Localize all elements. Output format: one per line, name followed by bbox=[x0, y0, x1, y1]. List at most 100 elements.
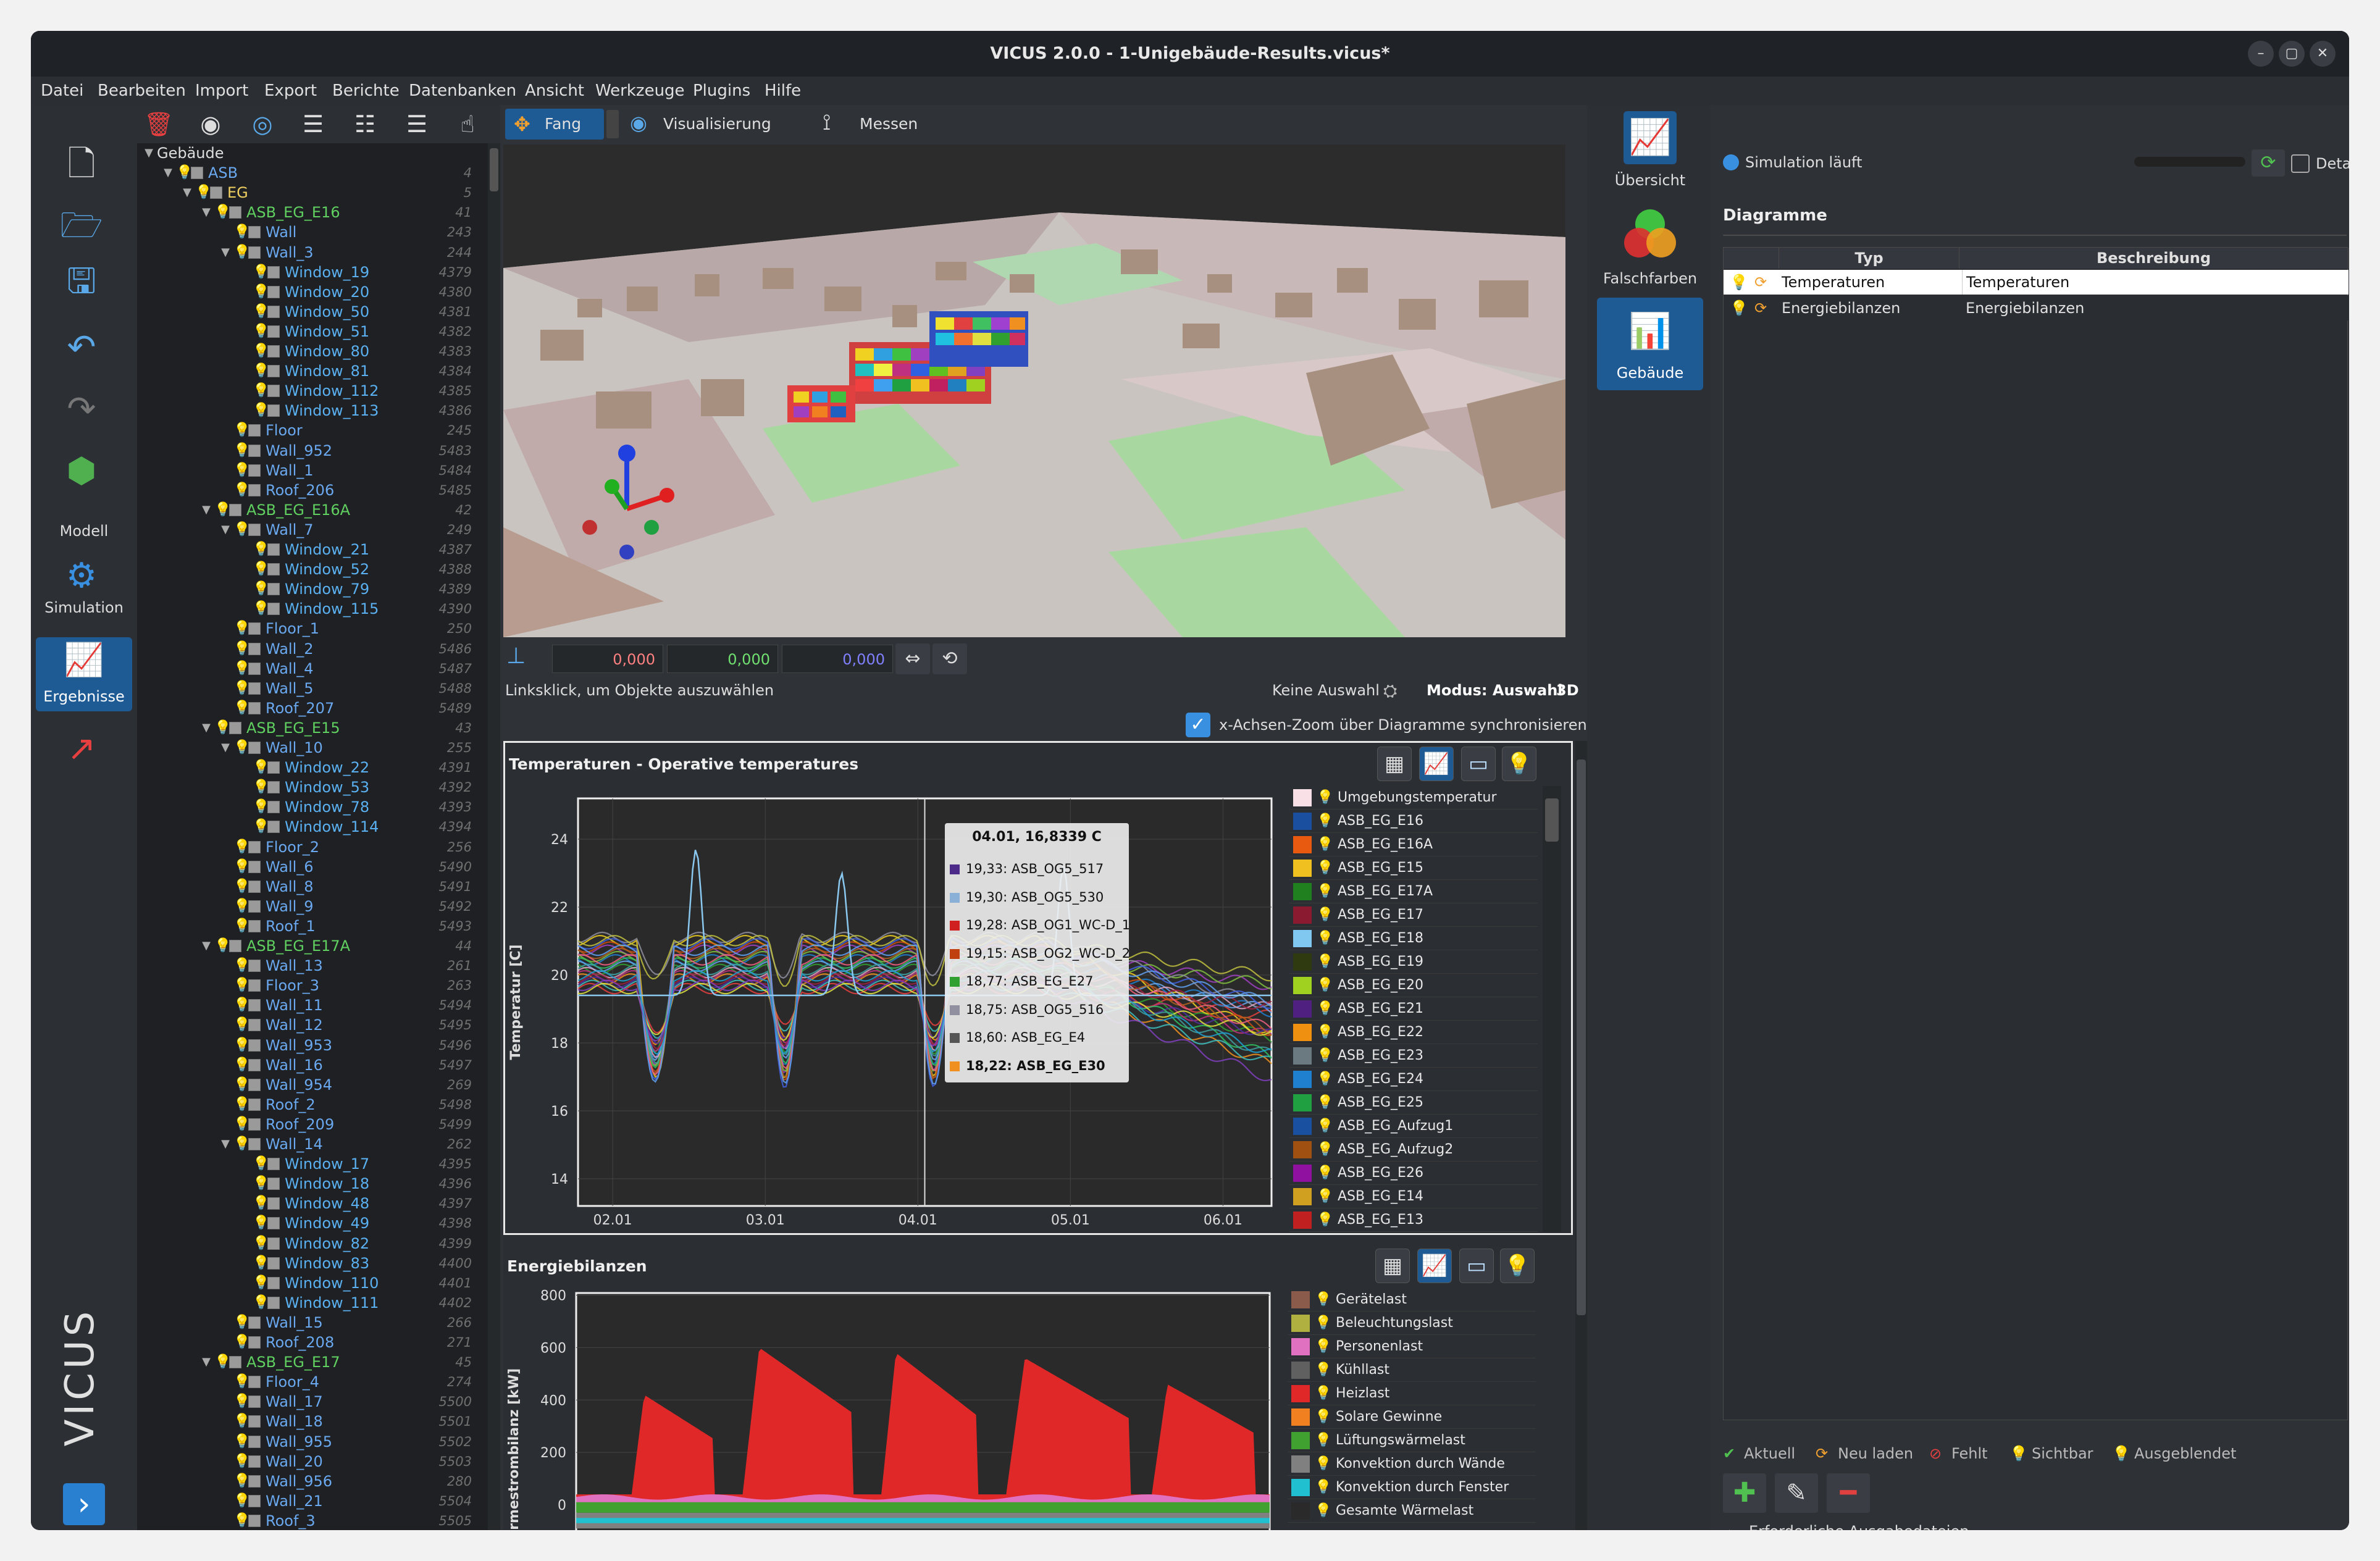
details-checkbox[interactable] bbox=[2291, 154, 2310, 173]
visibility-bulb-icon[interactable]: 💡 bbox=[233, 621, 250, 636]
tree-expand-icon[interactable]: ▼ bbox=[217, 738, 233, 758]
visibility-bulb-icon[interactable]: 💡 bbox=[233, 462, 250, 478]
menu-hilfe[interactable]: Hilfe bbox=[765, 77, 801, 105]
visibility-bulb-icon[interactable]: 💡 bbox=[233, 740, 250, 755]
legend-item[interactable]: 💡 ASB_EG_E21 bbox=[1289, 997, 1538, 1021]
simulation-label[interactable]: Simulation bbox=[31, 599, 137, 616]
tree-expand-icon[interactable]: ▼ bbox=[141, 143, 157, 163]
col-typ[interactable]: Typ bbox=[1779, 248, 1959, 269]
visibility-bulb-icon[interactable]: 💡 bbox=[233, 1473, 250, 1489]
temp-legend-scroll-thumb[interactable] bbox=[1545, 798, 1559, 842]
selection-checkbox[interactable] bbox=[248, 1514, 261, 1527]
visibility-bulb-icon[interactable]: 💡 bbox=[253, 542, 269, 557]
tree-expand-icon[interactable]: ▼ bbox=[217, 520, 233, 540]
selection-checkbox[interactable] bbox=[229, 940, 241, 952]
menu-datei[interactable]: Datei bbox=[41, 77, 83, 105]
visibility-bulb-icon[interactable]: 💡 bbox=[214, 720, 231, 735]
selection-checkbox[interactable] bbox=[267, 285, 280, 298]
tree-row[interactable]: 💡 Wall_9 5492 bbox=[137, 897, 488, 916]
select-hand-icon[interactable]: ☝ bbox=[452, 109, 483, 140]
visibility-bulb-icon[interactable]: 💡 bbox=[253, 1236, 269, 1251]
visibility-bulb-icon[interactable]: 💡 bbox=[233, 225, 250, 240]
legend-item[interactable]: 💡 Personenlast bbox=[1288, 1335, 1536, 1358]
selection-checkbox[interactable] bbox=[248, 1058, 261, 1071]
tree-row[interactable]: 💡 Wall_6 5490 bbox=[137, 857, 488, 877]
bulb-toggle-icon[interactable]: 💡 bbox=[1502, 747, 1536, 781]
tree-row[interactable]: 💡 Roof_208 271 bbox=[137, 1333, 488, 1352]
selection-checkbox[interactable] bbox=[248, 1138, 261, 1150]
visibility-bulb-icon[interactable]: 💡 bbox=[253, 1216, 269, 1231]
selection-checkbox[interactable] bbox=[267, 365, 280, 378]
tree-expand-icon[interactable]: ▼ bbox=[160, 163, 176, 183]
temperature-plot[interactable]: 14 16 18 20 22 24 02.01 03.01 04.01 05.01 06.01 Tem… bbox=[505, 784, 1283, 1235]
selection-checkbox[interactable] bbox=[248, 622, 261, 635]
tree-expand-icon[interactable]: ▼ bbox=[217, 1134, 233, 1154]
refresh-icon[interactable]: ⟳ bbox=[2252, 149, 2285, 177]
tree-expand-icon[interactable]: ▼ bbox=[179, 183, 195, 203]
visibility-bulb-icon[interactable]: 💡 bbox=[253, 364, 269, 379]
tree-row[interactable]: 💡 Window_17 4395 bbox=[137, 1154, 488, 1174]
legend-item[interactable]: 💡 Umgebungstemperatur bbox=[1289, 786, 1538, 810]
selection-checkbox[interactable] bbox=[248, 464, 261, 477]
selection-checkbox[interactable] bbox=[248, 226, 261, 239]
legend-bulb-icon[interactable]: 💡 bbox=[1317, 1091, 1333, 1115]
legend-item[interactable]: 💡 ASB_EG_E26 bbox=[1289, 1161, 1538, 1185]
selection-checkbox[interactable] bbox=[248, 682, 261, 695]
menu-ansicht[interactable]: Ansicht bbox=[525, 77, 584, 105]
selection-checkbox[interactable] bbox=[248, 701, 261, 714]
add-diagram-button[interactable]: ✚ bbox=[1723, 1473, 1766, 1513]
tree-row[interactable]: 💡 Floor_2 256 bbox=[137, 837, 488, 857]
visibility-bulb-icon[interactable]: 💡 bbox=[253, 264, 269, 280]
selection-checkbox[interactable] bbox=[248, 1316, 261, 1329]
legend-bulb-icon[interactable]: 💡 bbox=[1317, 1044, 1333, 1068]
legend-bulb-icon[interactable]: 💡 bbox=[1317, 1138, 1333, 1161]
visibility-bulb-icon[interactable]: 💡 bbox=[233, 423, 250, 438]
coord-x-input[interactable]: 0,000 bbox=[552, 645, 663, 673]
selection-checkbox[interactable] bbox=[267, 1197, 280, 1210]
tree-row[interactable]: 💡 Roof_3 5505 bbox=[137, 1511, 488, 1530]
tree-row[interactable]: 💡 Wall_20 5503 bbox=[137, 1452, 488, 1471]
legend-item[interactable]: 💡 ASB_EG_E17A bbox=[1289, 880, 1538, 903]
visibility-bulb-icon[interactable]: 💡 bbox=[233, 1414, 250, 1429]
visibility-bulb-icon[interactable]: 💡 bbox=[233, 898, 250, 914]
legend-bulb-icon[interactable]: 💡 bbox=[1315, 1452, 1331, 1476]
selection-checkbox[interactable] bbox=[267, 1276, 280, 1289]
selection-checkbox[interactable] bbox=[267, 266, 280, 278]
visibility-bulb-icon[interactable]: 💡 bbox=[233, 839, 250, 855]
legend-bulb-icon[interactable]: 💡 bbox=[1317, 786, 1333, 810]
legend-bulb-icon[interactable]: 💡 bbox=[1317, 1021, 1333, 1044]
tree-row[interactable]: 💡 Wall_16 5497 bbox=[137, 1055, 488, 1075]
visibility-bulb-icon[interactable]: 💡 bbox=[233, 1394, 250, 1409]
legend-bulb-icon[interactable]: 💡 bbox=[1317, 903, 1333, 927]
visibility-bulb-icon[interactable]: 💡 bbox=[233, 522, 250, 537]
menu-werkzeuge[interactable]: Werkzeuge bbox=[595, 77, 685, 105]
selection-checkbox[interactable] bbox=[267, 543, 280, 556]
expand-chevron-icon[interactable]: ▶ bbox=[1729, 1523, 1741, 1530]
legend-item[interactable]: 💡 ASB_EG_E16 bbox=[1289, 810, 1538, 833]
legend-item[interactable]: 💡 ASB_EG_Aufzug2 bbox=[1289, 1138, 1538, 1161]
diagram-scroll-thumb[interactable] bbox=[1577, 760, 1586, 1315]
selection-checkbox[interactable] bbox=[248, 1435, 261, 1448]
visibility-bulb-icon[interactable]: 💡 bbox=[233, 1057, 250, 1073]
selection-checkbox[interactable] bbox=[248, 840, 261, 853]
tree-row[interactable]: 💡 Window_52 4388 bbox=[137, 559, 488, 579]
tree-row[interactable]: 💡 Wall_954 269 bbox=[137, 1075, 488, 1095]
tree-row[interactable]: 💡 Roof_2 5498 bbox=[137, 1095, 488, 1115]
rotate-icon[interactable]: ⟲ bbox=[932, 643, 967, 674]
selection-checkbox[interactable] bbox=[267, 1158, 280, 1171]
view-mode-text[interactable]: 3D bbox=[1556, 679, 1579, 701]
legend-bulb-icon[interactable]: 💡 bbox=[1317, 950, 1333, 974]
legend-item[interactable]: 💡 ASB_EG_E20 bbox=[1289, 974, 1538, 997]
visibility-bulb-icon[interactable]: 💡 bbox=[253, 780, 269, 795]
legend-item[interactable]: 💡 Solare Gewinne bbox=[1288, 1405, 1536, 1429]
energy-chart-view-icon[interactable]: 📈 bbox=[1417, 1249, 1452, 1283]
legend-item[interactable]: 💡 ASB_EG_E14 bbox=[1289, 1185, 1538, 1208]
tree-row[interactable]: 💡 Window_113 4386 bbox=[137, 401, 488, 421]
hide-icon[interactable]: ◉ bbox=[195, 109, 226, 140]
selection-checkbox[interactable] bbox=[248, 860, 261, 873]
tree-row[interactable]: 💡 Wall_5 5488 bbox=[137, 679, 488, 698]
legend-bulb-icon[interactable]: 💡 bbox=[1317, 833, 1333, 856]
visibility-bulb-icon[interactable]: 💡 bbox=[233, 1137, 250, 1152]
tree-row[interactable]: 💡 Wall_21 5504 bbox=[137, 1491, 488, 1511]
legend-bulb-icon[interactable]: 💡 bbox=[1315, 1382, 1331, 1405]
